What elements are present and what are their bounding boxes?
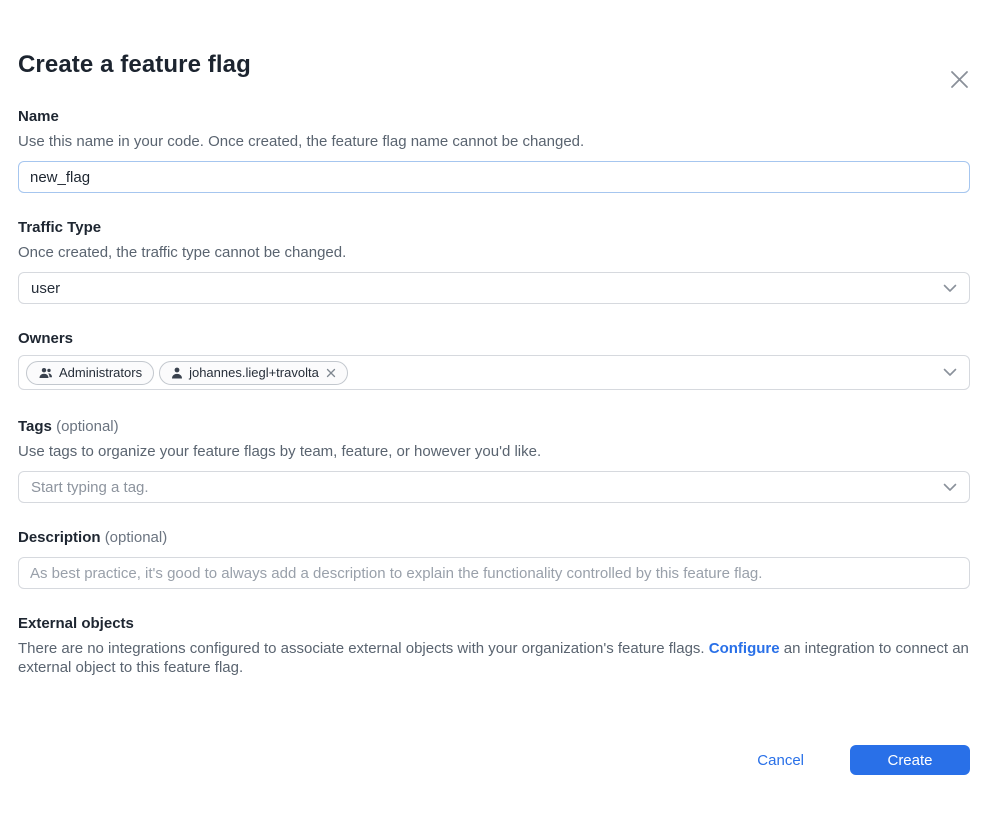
owner-chip-label: johannes.liegl+travolta [189,365,319,380]
traffic-type-field-group: Traffic Type Once created, the traffic t… [18,218,970,304]
name-input[interactable] [18,161,970,193]
traffic-type-help-text: Once created, the traffic type cannot be… [18,243,970,263]
tags-placeholder: Start typing a tag. [31,479,149,496]
external-objects-section: External objects There are no integratio… [18,614,970,677]
description-label: Description (optional) [18,528,970,548]
modal-title: Create a feature flag [18,50,970,80]
traffic-type-value: user [31,280,60,297]
external-objects-text-before: There are no integrations configured to … [18,640,709,657]
configure-link[interactable]: Configure [709,640,780,657]
traffic-type-label: Traffic Type [18,218,970,238]
modal-footer: Cancel Create [757,745,970,775]
create-feature-flag-modal: Create a feature flag Name Use this name… [0,50,988,677]
name-help-text: Use this name in your code. Once created… [18,132,970,152]
description-field-group: Description (optional) [18,528,970,589]
x-icon [949,69,970,90]
person-icon [171,367,183,379]
description-label-text: Description [18,529,101,546]
owners-field-group: Owners Administrators [18,329,970,390]
remove-owner-icon[interactable] [326,368,336,378]
chevron-down-icon [943,483,957,492]
chevron-down-icon [943,368,957,377]
group-icon [38,367,53,379]
tags-field-group: Tags (optional) Use tags to organize you… [18,417,970,503]
cancel-button[interactable]: Cancel [757,752,804,769]
tags-help-text: Use tags to organize your feature flags … [18,442,970,462]
description-optional-text: (optional) [105,529,168,546]
owners-select[interactable]: Administrators johannes.liegl+travolta [18,355,970,390]
owner-chip-user[interactable]: johannes.liegl+travolta [159,361,348,385]
name-label: Name [18,107,970,127]
tags-label: Tags (optional) [18,417,970,437]
close-icon[interactable] [946,66,972,92]
create-button[interactable]: Create [850,745,970,775]
external-objects-text: There are no integrations configured to … [18,639,970,677]
description-input[interactable] [18,557,970,589]
external-objects-label: External objects [18,614,970,634]
chevron-down-icon [943,284,957,293]
owners-label: Owners [18,329,970,349]
tags-label-text: Tags [18,418,52,435]
owner-chip-label: Administrators [59,365,142,380]
owner-chip-administrators[interactable]: Administrators [26,361,154,385]
tags-optional-text: (optional) [56,418,119,435]
tags-select[interactable]: Start typing a tag. [18,471,970,503]
name-field-group: Name Use this name in your code. Once cr… [18,107,970,193]
traffic-type-select[interactable]: user [18,272,970,304]
